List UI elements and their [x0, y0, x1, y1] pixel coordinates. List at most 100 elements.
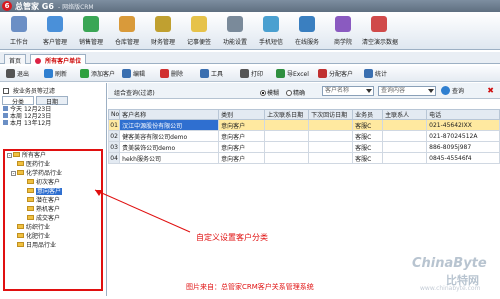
tree-node-fertilizer[interactable]: 化肥行业 [17, 233, 50, 241]
action-button-label: 编辑 [133, 71, 146, 78]
folder-icon [13, 152, 20, 157]
toolbar-item-label: 记事便签 [186, 39, 211, 46]
action-button[interactable]: 分配客户 [318, 69, 353, 79]
action-button[interactable]: 删除 [160, 69, 183, 79]
action-button-label: 统计 [375, 71, 388, 78]
cell-no: 03 [107, 141, 121, 153]
action-toolbar: 退出 刷新 添加客户 编辑 删除 工具 打印 导Excel 分配客户 统计 [0, 66, 500, 82]
calendar-icon [3, 106, 8, 111]
toolbar-item[interactable]: 销售管理 [74, 14, 108, 48]
cell-phone: 021-87024512A [426, 130, 500, 142]
tree-node-potential[interactable]: 潜在客户 [27, 197, 60, 205]
tree-node-first-contact[interactable]: 初次客户 [27, 179, 60, 187]
collapse-icon[interactable]: - [7, 153, 12, 159]
action-button[interactable]: 添加客户 [80, 69, 115, 79]
col-phone[interactable]: 电话 [426, 109, 500, 120]
toolbar-item[interactable]: 财务管理 [146, 14, 180, 48]
table-row[interactable]: 04 hekh服务公司 意向客户 客服C 0845-45546f4 [107, 152, 500, 164]
action-button[interactable]: 刷新 [44, 69, 67, 79]
col-name[interactable]: 客户名称 [119, 109, 220, 120]
radio-off-icon[interactable] [286, 90, 292, 96]
col-category[interactable]: 类别 [218, 109, 266, 120]
table-row[interactable]: 03 贵美装饰公司demo 意向客户 客服C 886-8095j987 [107, 141, 500, 153]
notes-icon [191, 16, 207, 32]
toolbar-item-label: 销售管理 [78, 39, 103, 46]
radio-on-icon[interactable] [260, 90, 266, 96]
toolbar-item[interactable]: 客户管理 [38, 14, 72, 48]
sales-icon [83, 16, 99, 32]
col-no[interactable]: No [107, 109, 121, 120]
tab-category[interactable]: 分类 [2, 96, 34, 106]
chevron-down-icon [366, 89, 372, 93]
tab-home[interactable]: 首页 [4, 54, 27, 65]
radio-exact-label: 精确 [293, 90, 306, 97]
title-bar: 6 总管家 G6 - 网络版CRM [0, 0, 500, 12]
close-icon[interactable] [35, 58, 41, 64]
action-button[interactable]: 统计 [364, 69, 387, 79]
tree-node-pharma[interactable]: 医药行业 [17, 161, 50, 169]
date-today[interactable]: 今天 12月23日 [3, 106, 51, 113]
search-value-placeholder: 查询内容 [381, 87, 406, 94]
table-row[interactable]: 01 汉江中源股份有限公司 意向客户 客服C 021-45642IXX [107, 119, 500, 131]
tree-node-textile[interactable]: 纺织行业 [17, 224, 50, 232]
toolbar-item[interactable]: 工作台 [2, 14, 36, 48]
cell-contact [382, 130, 428, 142]
toolbar-item[interactable]: 功能设置 [218, 14, 252, 48]
collapse-icon[interactable]: - [11, 171, 16, 177]
tree-node-all-customers[interactable]: - 所有客户 [7, 152, 46, 160]
action-button[interactable]: 退出 [6, 69, 29, 79]
calendar-icon [3, 120, 8, 125]
tab-date[interactable]: 日期 [36, 96, 68, 106]
col-contact[interactable]: 主联系人 [382, 109, 428, 120]
cell-name[interactable]: 贵美装饰公司demo [119, 141, 220, 153]
toolbar-item-label: 清空演示数据 [362, 39, 399, 46]
tree-node-closed[interactable]: 成交客户 [27, 215, 60, 223]
folder-icon [27, 197, 34, 202]
tree-node-chemical[interactable]: - 化学药品行业 [11, 170, 62, 178]
action-button[interactable]: 打印 [240, 69, 263, 79]
radio-fuzzy[interactable]: 模糊 [260, 88, 279, 97]
date-month[interactable]: 本月 13年12月 [3, 120, 51, 127]
tree-node-familiar[interactable]: 熟机客户 [27, 206, 60, 214]
tree-node-daily-goods[interactable]: 日用品行业 [17, 242, 56, 250]
cell-category: 意向客户 [218, 141, 266, 153]
toolbar-item[interactable]: 手机短信 [254, 14, 288, 48]
date-value: 13年12月 [23, 120, 52, 127]
cell-name[interactable]: 健客美容有限公司demo [119, 130, 220, 142]
col-next-visit[interactable]: 下次回访日期 [308, 109, 354, 120]
action-button[interactable]: 导Excel [276, 69, 309, 79]
clear-search-button[interactable]: ✖ [487, 86, 494, 95]
tab-all-customers-label: 所有客户单位 [45, 58, 82, 65]
cell-name[interactable]: 汉江中源股份有限公司 [119, 119, 220, 131]
tab-all-customers[interactable]: 所有客户单位 [30, 54, 87, 65]
service-icon [299, 16, 315, 32]
filter-by-rep-checkbox[interactable]: 按业务员等过滤 [3, 86, 55, 95]
warehouse-icon [119, 16, 135, 32]
cell-rep: 客服C [352, 119, 384, 131]
cell-last-contact [264, 119, 310, 131]
watermark-line1: ChinaByte [412, 256, 487, 271]
date-week[interactable]: 本周 12月23日 [3, 113, 51, 120]
query-button[interactable]: 查询 [441, 86, 464, 96]
toolbar-item[interactable]: 在线服务 [290, 14, 324, 48]
radio-exact[interactable]: 精确 [286, 88, 305, 97]
toolbar-item[interactable]: 清空演示数据 [362, 14, 399, 48]
col-last-contact[interactable]: 上次联系日期 [264, 109, 310, 120]
folder-icon [17, 242, 24, 247]
tree-node-intended[interactable]: 意向客户 [27, 188, 63, 196]
table-row[interactable]: 02 健客美容有限公司demo 意向客户 客服C 021-87024512A [107, 130, 500, 142]
toolbar-item[interactable]: 商学院 [326, 14, 360, 48]
date-value: 12月23日 [23, 113, 52, 120]
checkbox-icon[interactable] [3, 88, 9, 94]
action-button[interactable]: 编辑 [122, 69, 145, 79]
col-rep[interactable]: 业务员 [352, 109, 384, 120]
left-panel: 按业务员等过滤 分类 日期 今天 12月23日 本周 12月23日 本月 13年… [0, 83, 107, 296]
date-label: 本周 [10, 113, 23, 120]
cell-name[interactable]: hekh服务公司 [119, 152, 220, 164]
search-field-select[interactable]: 客户名称 [322, 86, 374, 96]
action-button[interactable]: 工具 [200, 69, 223, 79]
toolbar-item[interactable]: 仓库管理 [110, 14, 144, 48]
toolbar-item[interactable]: 记事便签 [182, 14, 216, 48]
search-value-input[interactable]: 查询内容 [378, 86, 436, 96]
cell-no: 02 [107, 130, 121, 142]
